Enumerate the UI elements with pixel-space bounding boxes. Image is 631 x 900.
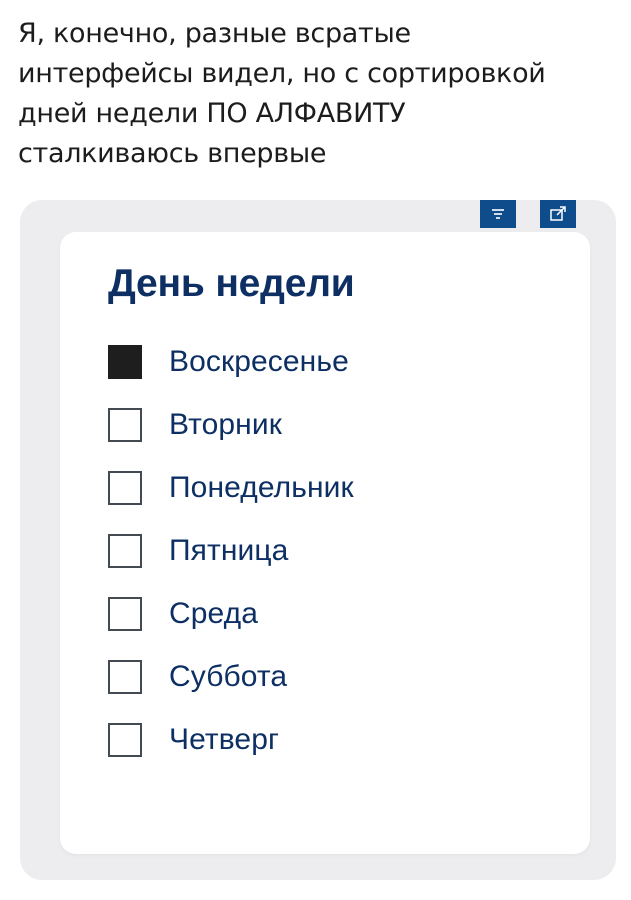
day-label: Понедельник: [169, 470, 354, 504]
day-label: Суббота: [169, 659, 288, 693]
day-label: Воскресенье: [169, 344, 349, 378]
day-option-sunday[interactable]: Воскресенье: [108, 330, 354, 393]
day-option-wednesday[interactable]: Среда: [108, 582, 354, 645]
day-option-thursday[interactable]: Четверг: [108, 708, 354, 771]
checkbox[interactable]: [108, 344, 142, 379]
checkbox[interactable]: [108, 722, 142, 757]
day-list: Воскресенье Вторник Понедельник Пятница …: [108, 330, 354, 771]
caption-line: интерфейсы видел, но с сортировкой: [18, 58, 546, 89]
slicer-title: День недели: [108, 262, 355, 305]
focus-mode-button[interactable]: [540, 200, 576, 228]
checkbox[interactable]: [108, 470, 142, 505]
post-caption: Я, конечно, разные всратые интерфейсы ви…: [18, 14, 618, 174]
day-option-tuesday[interactable]: Вторник: [108, 393, 354, 456]
checkbox[interactable]: [108, 659, 142, 694]
day-option-monday[interactable]: Понедельник: [108, 456, 354, 519]
checkbox[interactable]: [108, 407, 142, 442]
day-option-saturday[interactable]: Суббота: [108, 645, 354, 708]
day-label: Вторник: [169, 407, 282, 441]
filter-button[interactable]: [480, 200, 516, 228]
caption-line: дней недели ПО АЛФАВИТУ: [18, 98, 406, 129]
day-label: Пятница: [169, 533, 289, 567]
caption-line: Я, конечно, разные всратые: [18, 18, 411, 49]
day-label: Четверг: [169, 722, 280, 756]
checkbox[interactable]: [108, 533, 142, 568]
expand-icon: [550, 206, 566, 221]
day-option-friday[interactable]: Пятница: [108, 519, 354, 582]
filter-icon: [492, 209, 504, 219]
day-label: Среда: [169, 596, 259, 630]
caption-line: сталкиваюсь впервые: [18, 138, 327, 169]
checkbox[interactable]: [108, 596, 142, 631]
